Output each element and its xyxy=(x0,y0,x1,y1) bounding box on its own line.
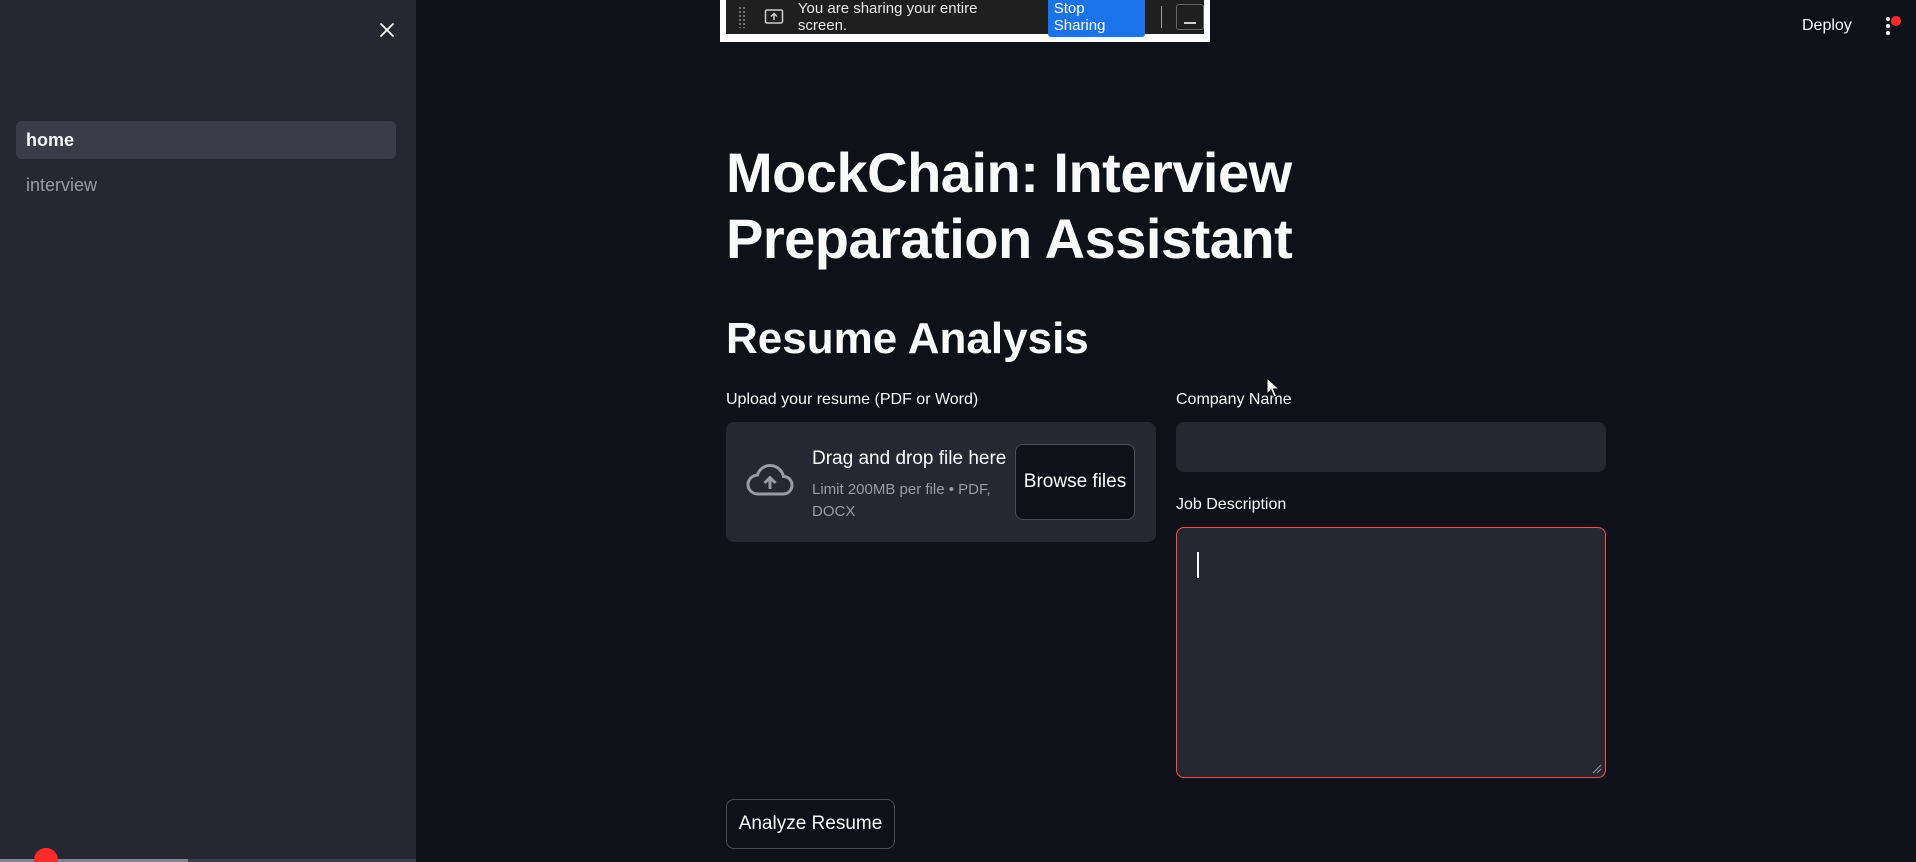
share-message: You are sharing your entire screen. xyxy=(797,0,978,34)
analyze-resume-button[interactable]: Analyze Resume xyxy=(726,799,895,849)
sidebar-item-home[interactable]: home xyxy=(16,121,396,159)
stop-sharing-button[interactable]: Stop Sharing xyxy=(1047,0,1146,37)
sidebar: home interview xyxy=(0,0,416,862)
app-root: home interview You are sharing your enti… xyxy=(0,0,1916,862)
share-screen-icon xyxy=(764,8,784,26)
share-divider xyxy=(1161,6,1163,28)
drag-handle[interactable] xyxy=(738,6,746,28)
dropzone-instructions: Drag and drop file here xyxy=(812,448,1007,469)
sidebar-nav: home interview xyxy=(16,121,396,211)
section-title: Resume Analysis xyxy=(726,314,1089,363)
close-icon xyxy=(380,23,394,37)
file-dropzone[interactable]: Drag and drop file here Limit 200MB per … xyxy=(726,422,1156,542)
status-dot xyxy=(1891,16,1901,26)
resize-grip-icon[interactable] xyxy=(1590,762,1602,774)
upload-label: Upload your resume (PDF or Word) xyxy=(726,391,979,408)
dropzone-limit-text: Limit 200MB per file • PDF, DOCX xyxy=(812,481,991,520)
sidebar-item-interview[interactable]: interview xyxy=(16,166,396,204)
browse-files-button[interactable]: Browse files xyxy=(1015,444,1135,520)
hide-share-bar-button[interactable] xyxy=(1176,4,1204,30)
text-caret xyxy=(1197,552,1199,578)
recording-indicator-dot xyxy=(34,848,58,862)
job-description-label: Job Description xyxy=(1176,496,1287,513)
cloud-upload-icon xyxy=(746,462,794,505)
screen-share-bar-inner: You are sharing your entire screen. Stop… xyxy=(726,0,1204,37)
close-sidebar-button[interactable] xyxy=(371,14,403,46)
page-title: MockChain: Interview Preparation Assista… xyxy=(726,141,1293,270)
company-name-input[interactable] xyxy=(1176,422,1606,472)
deploy-button[interactable]: Deploy xyxy=(1790,10,1864,42)
job-description-textarea[interactable] xyxy=(1176,527,1606,778)
more-vertical-icon xyxy=(1886,17,1890,35)
mouse-cursor-icon xyxy=(1266,377,1280,398)
screen-share-bar: You are sharing your entire screen. Stop… xyxy=(720,0,1210,42)
